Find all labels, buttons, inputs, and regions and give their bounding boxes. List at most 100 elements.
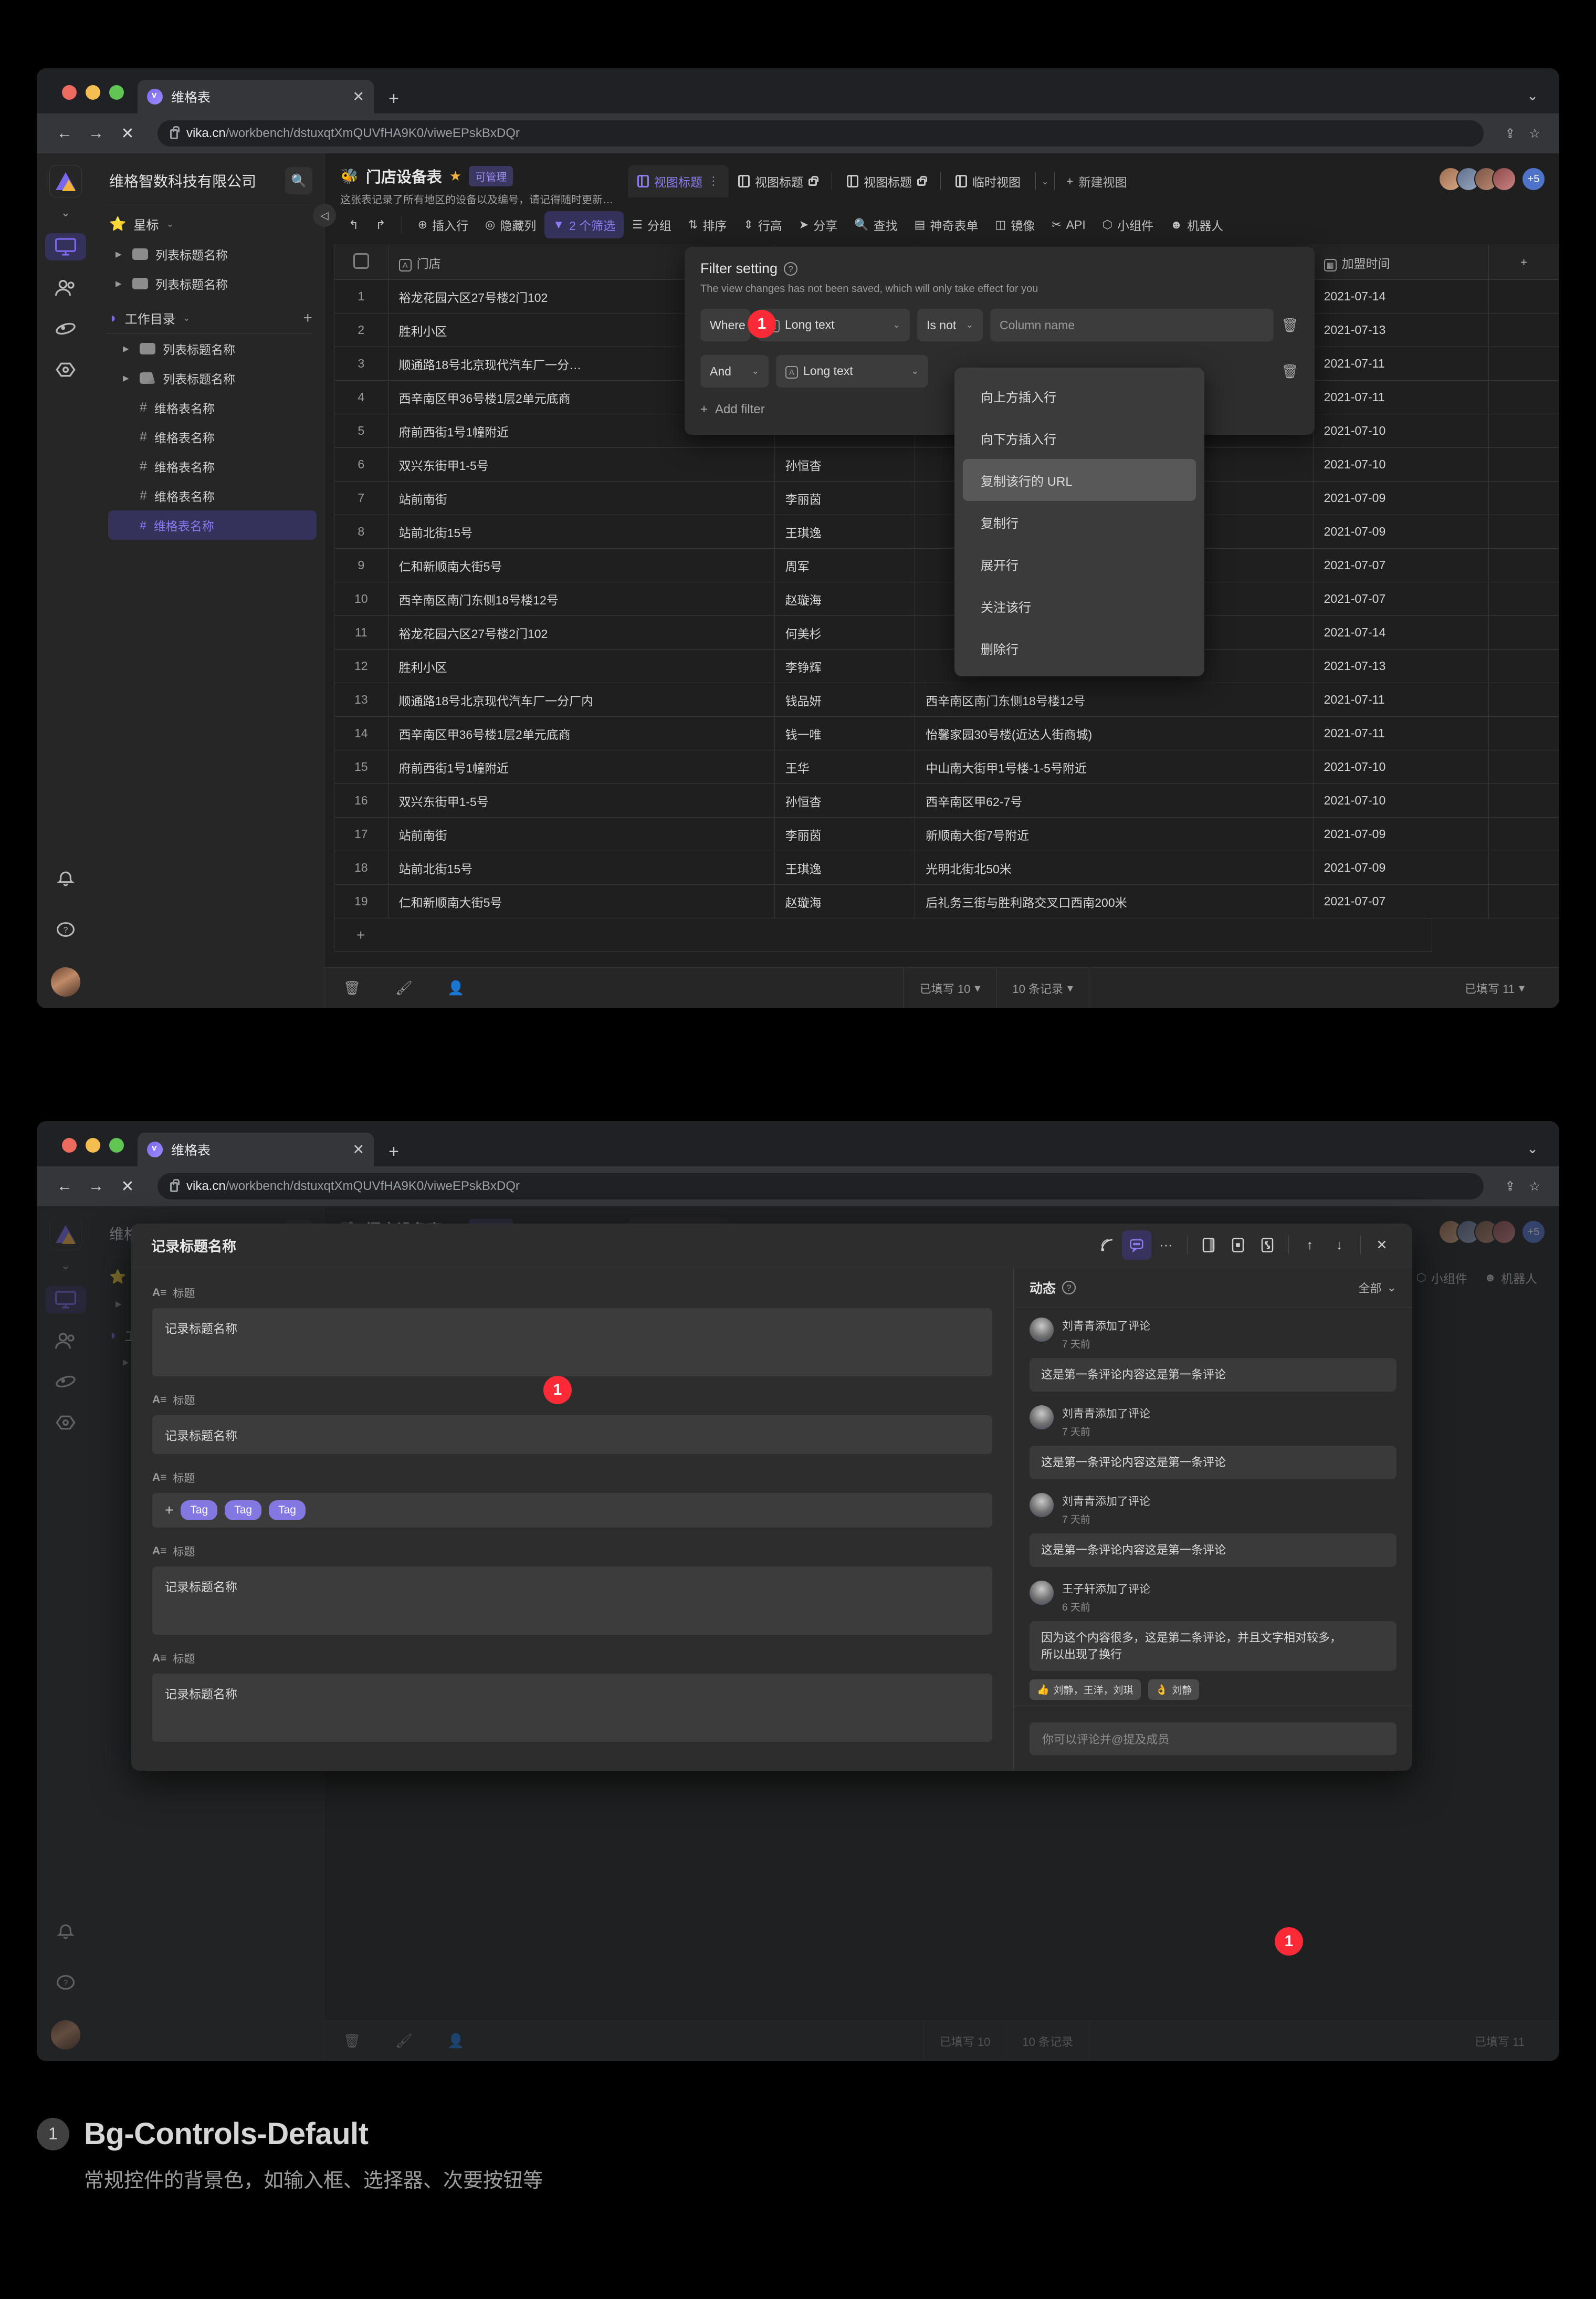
browser-tab[interactable]: 维格表 ✕: [138, 80, 374, 113]
add-record-row[interactable]: +: [334, 918, 1432, 952]
toolbar-group[interactable]: ☰ 分组: [624, 211, 680, 238]
avatar[interactable]: [1492, 167, 1516, 191]
menu-item-insert-below[interactable]: 向下方插入行: [963, 417, 1196, 459]
rail-item-template[interactable]: [45, 1368, 86, 1395]
cell-store[interactable]: 顺通路18号北京现代汽车厂一分厂内: [387, 683, 775, 717]
toolbar-mirror[interactable]: ◫ 镜像: [986, 211, 1043, 238]
forward-icon[interactable]: →: [87, 124, 105, 142]
reaction-chip[interactable]: 👌 刘静: [1148, 1679, 1200, 1700]
cell-store[interactable]: 仁和新顺南大街5号: [387, 548, 775, 582]
tab-view-3[interactable]: 临时视图: [946, 165, 1030, 197]
table-row[interactable]: 6 双兴东街甲1-5号 孙恒杳 2021-07-10: [334, 447, 1559, 482]
new-tab-button[interactable]: +: [388, 1142, 399, 1162]
comment-input[interactable]: 你可以评论并@提及成员: [1030, 1722, 1396, 1755]
cell-date[interactable]: 2021-07-07: [1312, 884, 1489, 918]
expand-arrow-icon[interactable]: ▶: [116, 279, 125, 288]
filter-value-input-0[interactable]: Column name: [990, 309, 1274, 341]
cell-date[interactable]: 2021-07-11: [1312, 683, 1489, 717]
cell-store[interactable]: 西辛南区甲36号楼1层2单元底商: [387, 716, 775, 750]
field-input-0[interactable]: 记录标题名称: [152, 1308, 992, 1376]
table-row[interactable]: 19 仁和新顺南大街5号 赵璇海 后礼务三街与胜利路交叉口西南200米 2021-07-…: [334, 884, 1559, 918]
cell-person[interactable]: 钱一唯: [774, 716, 916, 750]
select-all-cell[interactable]: [334, 245, 388, 280]
tab-view-2[interactable]: 视图标题: [837, 165, 935, 197]
cell-store[interactable]: 站前南街: [387, 817, 775, 851]
maximize-window-button[interactable]: [109, 85, 124, 100]
rail-item-workbench[interactable]: [45, 233, 86, 260]
expand-icon[interactable]: [1253, 1230, 1282, 1260]
cell-date[interactable]: 2021-07-11: [1312, 380, 1489, 414]
tag-chip[interactable]: Tag: [269, 1500, 306, 1520]
toolbar-row-height[interactable]: ⇕ 行高: [735, 211, 790, 238]
rail-item-settings[interactable]: [45, 356, 86, 383]
avatar[interactable]: [1492, 1220, 1516, 1244]
new-tab-button[interactable]: +: [388, 89, 399, 109]
help-icon[interactable]: ?: [45, 1969, 86, 1996]
chevron-down-icon[interactable]: ⌄: [166, 218, 174, 229]
cell-person[interactable]: 王华: [774, 750, 916, 784]
cell-address[interactable]: 西辛南区甲62-7号: [915, 783, 1314, 818]
sidebar-search-icon[interactable]: 🔍: [285, 167, 312, 194]
toolbar-share[interactable]: ➤ 分享: [791, 211, 846, 238]
tab-list-chevron-icon[interactable]: ⌄: [1527, 88, 1538, 104]
table-row[interactable]: 7 站前南街 李丽茵 2021-07-09: [334, 481, 1559, 515]
sidebar-item-datasheet-3[interactable]: # 维格表名称: [94, 481, 324, 510]
expand-arrow-icon[interactable]: ▶: [116, 1299, 125, 1309]
permission-badge[interactable]: 可管理: [469, 165, 513, 186]
cell-person[interactable]: 周军: [774, 548, 916, 582]
menu-item-delete-row[interactable]: 删除行: [963, 627, 1196, 669]
table-row[interactable]: 10 西辛南区南门东侧18号楼12号 赵璇海 2021-07-07: [334, 582, 1559, 616]
cell-person[interactable]: 李丽茵: [774, 817, 916, 851]
cell-person[interactable]: 孙恒杳: [774, 783, 916, 818]
share-icon[interactable]: ⇪: [1505, 126, 1515, 141]
menu-item-insert-above[interactable]: 向上方插入行: [963, 375, 1196, 417]
cell-date[interactable]: 2021-07-10: [1312, 414, 1489, 448]
cell-date[interactable]: 2021-07-10: [1312, 447, 1489, 482]
help-icon[interactable]: ?: [784, 262, 798, 276]
field-input-2[interactable]: + Tag Tag Tag: [152, 1493, 992, 1528]
filter-conjunction-1[interactable]: And ⌄: [700, 355, 769, 388]
filter-field-select-0[interactable]: ALong text ⌄: [758, 309, 910, 341]
cell-date[interactable]: 2021-07-10: [1312, 750, 1489, 784]
avatar[interactable]: [1030, 1580, 1054, 1605]
close-icon[interactable]: ✕: [1367, 1230, 1396, 1260]
sidebar-item-starred-1[interactable]: ▶ 列表标题名称: [94, 269, 324, 298]
avatar[interactable]: [1030, 1318, 1054, 1342]
person-icon[interactable]: 👤: [447, 980, 464, 996]
cell-address[interactable]: 怡馨家园30号楼(近达人街商城): [915, 716, 1314, 750]
trash-icon[interactable]: 🗑: [343, 2033, 361, 2049]
expand-arrow-icon[interactable]: ▶: [123, 373, 132, 383]
toolbar-api[interactable]: ✂ API: [1043, 213, 1094, 237]
expand-arrow-icon[interactable]: ▶: [116, 249, 125, 259]
cell-person[interactable]: 李铮辉: [774, 649, 916, 683]
menu-item-expand-row[interactable]: 展开行: [963, 543, 1196, 585]
toolbar-robot[interactable]: ☻ 机器人: [1476, 1264, 1546, 1291]
status-record-count[interactable]: 10 条记录 ▾: [996, 967, 1089, 1008]
close-tab-icon[interactable]: ✕: [352, 89, 364, 105]
sidebar-group-starred[interactable]: ⭐ 星标 ⌄: [94, 204, 324, 239]
menu-item-copy-url[interactable]: 复制该行的 URL: [963, 459, 1196, 501]
new-view-button[interactable]: + 新建视图: [1060, 172, 1133, 190]
rail-collapse-chevron-icon[interactable]: ⌄: [61, 1259, 70, 1272]
forward-icon[interactable]: →: [87, 1177, 105, 1195]
sidebar-item-starred-0[interactable]: ▶ 列表标题名称: [94, 239, 324, 269]
cell-store[interactable]: 胜利小区: [387, 649, 775, 683]
view-list-chevron-icon[interactable]: ⌄: [1041, 176, 1049, 187]
browser-tab[interactable]: 维格表 ✕: [138, 1133, 374, 1166]
avatar-overflow-count[interactable]: +5: [1521, 167, 1546, 191]
layout-side-icon[interactable]: [1194, 1230, 1223, 1260]
view-more-icon[interactable]: ⋮: [708, 175, 719, 187]
cell-date[interactable]: 2021-07-07: [1312, 582, 1489, 616]
toolbar-robot[interactable]: ☻ 机器人: [1162, 211, 1232, 238]
cell-date[interactable]: 2021-07-13: [1312, 649, 1489, 683]
table-row[interactable]: 13 顺通路18号北京现代汽车厂一分厂内 钱品妍 西辛南区南门东侧18号楼12号 202…: [334, 683, 1559, 717]
trash-icon[interactable]: 🗑: [343, 980, 361, 996]
cell-store[interactable]: 双兴东街甲1-5号: [387, 447, 775, 482]
table-row[interactable]: 14 西辛南区甲36号楼1层2单元底商 钱一唯 怡馨家园30号楼(近达人街商城) 202…: [334, 716, 1559, 750]
select-all-checkbox[interactable]: [353, 253, 369, 269]
cell-person[interactable]: 孙恒杳: [774, 447, 916, 482]
table-row[interactable]: 11 裕龙花园六区27号楼2门102 何美杉 2021-07-14: [334, 615, 1559, 650]
rail-item-template[interactable]: [45, 315, 86, 342]
comment-icon[interactable]: [1122, 1230, 1151, 1260]
column-header-date[interactable]: ▦ 加盟时间: [1312, 245, 1489, 280]
